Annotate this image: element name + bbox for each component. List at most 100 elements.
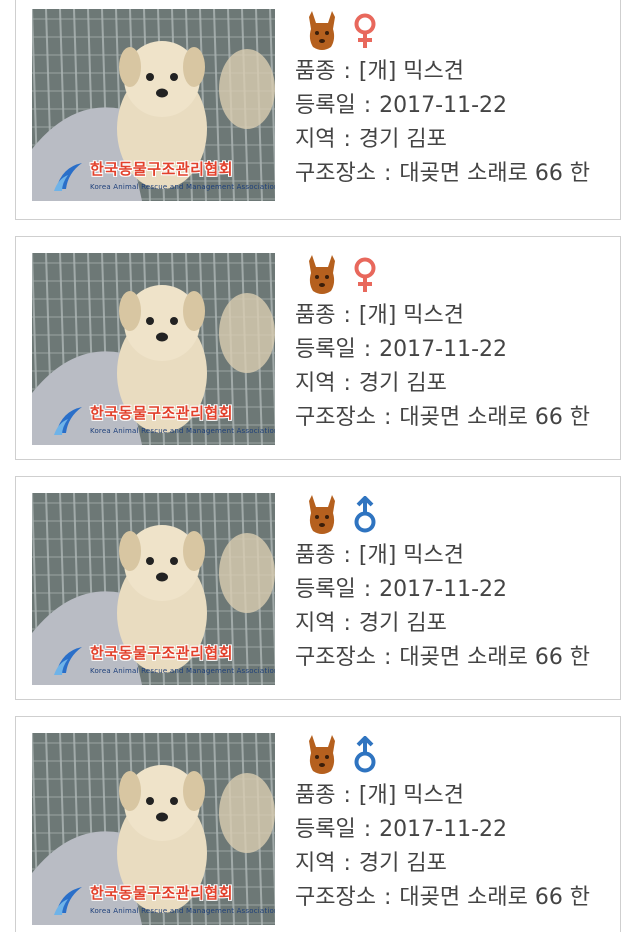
registered-row: 등록일:2017-11-22: [295, 813, 620, 847]
watermark-title: 한국동물구조관리협회: [90, 160, 234, 178]
breed-label: 품종: [295, 783, 336, 808]
separator: :: [383, 161, 392, 186]
animal-card[interactable]: 한국동물구조관리협회 Korea Animal Rescue and Manage…: [15, 0, 621, 220]
animal-card[interactable]: 한국동물구조관리협회 Korea Animal Rescue and Manage…: [15, 716, 621, 932]
dog-icon: [306, 253, 338, 301]
registered-row: 등록일:2017-11-22: [295, 333, 620, 367]
region-label: 지역: [295, 127, 336, 152]
association-logo-icon: [54, 887, 82, 915]
separator: :: [343, 127, 351, 152]
watermark-subtitle: Korea Animal Rescue and Management Assoc…: [90, 183, 275, 191]
registered-label: 등록일: [295, 93, 356, 118]
registered-value: 2017-11-22: [379, 577, 508, 602]
breed-value: [개] 믹스견: [358, 783, 465, 808]
registered-row: 등록일:2017-11-22: [295, 573, 620, 607]
separator: :: [343, 303, 351, 328]
animal-list: 한국동물구조관리협회 Korea Animal Rescue and Manage…: [0, 0, 639, 932]
separator: :: [343, 611, 351, 636]
animal-photo[interactable]: 한국동물구조관리협회 Korea Animal Rescue and Manage…: [32, 493, 275, 685]
registered-value: 2017-11-22: [379, 93, 508, 118]
animal-info: 품종: [개] 믹스견 등록일:2017-11-22 지역: 경기 김포 구조장소:…: [295, 55, 620, 191]
breed-label: 품종: [295, 303, 336, 328]
icon-row: [306, 9, 378, 57]
animal-info: 품종: [개] 믹스견 등록일:2017-11-22 지역: 경기 김포 구조장소:…: [295, 779, 620, 915]
icon-row: [306, 493, 378, 541]
icon-row: [306, 253, 378, 301]
animal-info: 품종: [개] 믹스견 등록일:2017-11-22 지역: 경기 김포 구조장소:…: [295, 539, 620, 675]
animal-photo[interactable]: 한국동물구조관리협회 Korea Animal Rescue and Manage…: [32, 733, 275, 925]
region-row: 지역: 경기 김포: [295, 607, 620, 641]
icon-row: [306, 733, 378, 781]
watermark-subtitle: Korea Animal Rescue and Management Assoc…: [90, 427, 275, 435]
watermark-subtitle: Korea Animal Rescue and Management Assoc…: [90, 907, 275, 915]
male-symbol-icon: [352, 495, 378, 538]
region-row: 지역: 경기 김포: [295, 367, 620, 401]
rescue-place-label: 구조장소: [295, 645, 376, 670]
breed-row: 품종: [개] 믹스견: [295, 779, 620, 813]
animal-photo[interactable]: 한국동물구조관리협회 Korea Animal Rescue and Manage…: [32, 9, 275, 201]
rescue-place-row: 구조장소: 대곶면 소래로 66 한: [295, 401, 620, 435]
breed-row: 품종: [개] 믹스견: [295, 55, 620, 89]
region-value: 경기 김포: [358, 127, 447, 152]
rescue-place-value: 대곶면 소래로 66 한: [399, 161, 591, 186]
breed-label: 품종: [295, 543, 336, 568]
region-label: 지역: [295, 371, 336, 396]
breed-value: [개] 믹스견: [358, 59, 465, 84]
registered-value: 2017-11-22: [379, 337, 508, 362]
association-logo-icon: [54, 407, 82, 435]
dog-icon: [306, 9, 338, 57]
region-row: 지역: 경기 김포: [295, 123, 620, 157]
registered-label: 등록일: [295, 337, 356, 362]
region-value: 경기 김포: [358, 371, 447, 396]
rescue-place-row: 구조장소: 대곶면 소래로 66 한: [295, 641, 620, 675]
separator: :: [363, 93, 372, 118]
animal-card[interactable]: 한국동물구조관리협회 Korea Animal Rescue and Manage…: [15, 476, 621, 700]
female-symbol-icon: [352, 12, 378, 54]
separator: :: [363, 577, 372, 602]
watermark-title: 한국동물구조관리협회: [90, 644, 234, 662]
region-row: 지역: 경기 김포: [295, 847, 620, 881]
separator: :: [343, 371, 351, 396]
separator: :: [383, 645, 392, 670]
rescue-place-row: 구조장소: 대곶면 소래로 66 한: [295, 881, 620, 915]
region-value: 경기 김포: [358, 851, 447, 876]
association-logo-icon: [54, 163, 82, 191]
dog-icon: [306, 493, 338, 541]
registered-label: 등록일: [295, 577, 356, 602]
separator: :: [343, 59, 351, 84]
separator: :: [343, 783, 351, 808]
separator: :: [343, 543, 351, 568]
region-label: 지역: [295, 611, 336, 636]
registered-row: 등록일:2017-11-22: [295, 89, 620, 123]
rescue-place-label: 구조장소: [295, 161, 376, 186]
breed-row: 품종: [개] 믹스견: [295, 299, 620, 333]
male-symbol-icon: [352, 735, 378, 778]
watermark-subtitle: Korea Animal Rescue and Management Assoc…: [90, 667, 275, 675]
separator: :: [363, 817, 372, 842]
breed-value: [개] 믹스견: [358, 303, 465, 328]
separator: :: [383, 405, 392, 430]
rescue-place-row: 구조장소: 대곶면 소래로 66 한: [295, 157, 620, 191]
region-value: 경기 김포: [358, 611, 447, 636]
rescue-place-value: 대곶면 소래로 66 한: [399, 645, 591, 670]
breed-row: 품종: [개] 믹스견: [295, 539, 620, 573]
association-logo-icon: [54, 647, 82, 675]
animal-info: 품종: [개] 믹스견 등록일:2017-11-22 지역: 경기 김포 구조장소:…: [295, 299, 620, 435]
watermark-title: 한국동물구조관리협회: [90, 884, 234, 902]
rescue-place-label: 구조장소: [295, 885, 376, 910]
registered-label: 등록일: [295, 817, 356, 842]
separator: :: [383, 885, 392, 910]
animal-card[interactable]: 한국동물구조관리협회 Korea Animal Rescue and Manage…: [15, 236, 621, 460]
rescue-place-label: 구조장소: [295, 405, 376, 430]
region-label: 지역: [295, 851, 336, 876]
rescue-place-value: 대곶면 소래로 66 한: [399, 405, 591, 430]
breed-label: 품종: [295, 59, 336, 84]
breed-value: [개] 믹스견: [358, 543, 465, 568]
animal-photo[interactable]: 한국동물구조관리협회 Korea Animal Rescue and Manage…: [32, 253, 275, 445]
watermark-title: 한국동물구조관리협회: [90, 404, 234, 422]
female-symbol-icon: [352, 256, 378, 298]
rescue-place-value: 대곶면 소래로 66 한: [399, 885, 591, 910]
registered-value: 2017-11-22: [379, 817, 508, 842]
dog-icon: [306, 733, 338, 781]
separator: :: [343, 851, 351, 876]
